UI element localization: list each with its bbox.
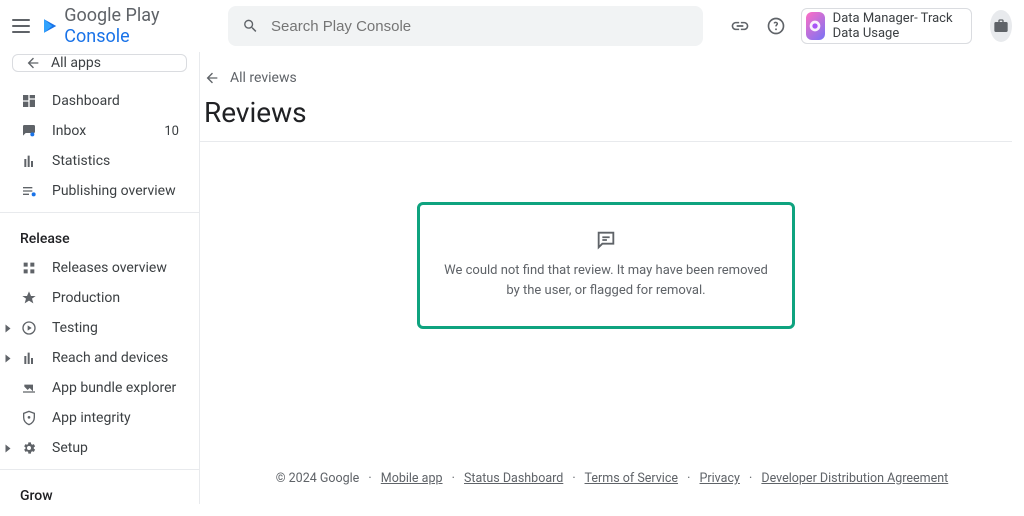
sidebar-item-setup[interactable]: Setup <box>0 433 199 463</box>
sidebar-item-publishing[interactable]: Publishing overview <box>0 176 199 206</box>
sidebar-item-releases-overview[interactable]: Releases overview <box>0 253 199 283</box>
logo-text: Google Play Console <box>64 5 176 47</box>
sidebar-item-inbox[interactable]: Inbox 10 <box>0 116 199 146</box>
search-icon <box>242 17 259 35</box>
sidebar-item-bundle-explorer[interactable]: App bundle explorer <box>0 373 199 403</box>
shield-icon <box>20 410 38 426</box>
sidebar-item-dashboard[interactable]: Dashboard <box>0 86 199 116</box>
all-apps-label: All apps <box>51 55 101 71</box>
inbox-badge: 10 <box>164 124 179 139</box>
inbox-icon <box>20 123 38 139</box>
footer-link-dda[interactable]: Developer Distribution Agreement <box>761 471 948 486</box>
empty-state-card: We could not find that review. It may ha… <box>417 202 795 329</box>
release-heading: Release <box>0 219 199 253</box>
play-logo-icon <box>42 14 58 38</box>
app-name: Data Manager- Track Data Usage <box>833 11 961 41</box>
all-apps-button[interactable]: All apps <box>12 54 187 72</box>
app-selector[interactable]: Data Manager- Track Data Usage <box>801 8 972 44</box>
footer-link-privacy[interactable]: Privacy <box>700 471 740 486</box>
back-label: All reviews <box>230 70 297 86</box>
app-icon <box>806 12 825 40</box>
sidebar-item-testing[interactable]: Testing <box>0 313 199 343</box>
arrow-left-icon <box>204 70 220 86</box>
footer-link-status[interactable]: Status Dashboard <box>464 471 563 486</box>
search-input[interactable] <box>271 18 689 35</box>
sidebar: All apps Dashboard Inbox 10 Statistics P… <box>0 52 200 504</box>
help-icon[interactable] <box>764 8 789 44</box>
testing-icon <box>20 320 38 336</box>
empty-message-line2: by the user, or flagged for removal. <box>440 281 772 301</box>
review-missing-icon <box>440 229 772 251</box>
statistics-icon <box>20 153 38 169</box>
play-console-logo[interactable]: Google Play Console <box>42 5 176 47</box>
dashboard-icon <box>20 93 38 109</box>
page-title: Reviews <box>204 96 1012 129</box>
divider <box>200 141 1012 142</box>
back-all-reviews[interactable]: All reviews <box>200 70 1012 86</box>
releases-icon <box>20 260 38 276</box>
arrow-left-icon <box>25 55 41 71</box>
main-content: All reviews Reviews We could not find th… <box>200 52 1024 504</box>
publishing-icon <box>20 183 38 199</box>
footer-link-tos[interactable]: Terms of Service <box>585 471 678 486</box>
empty-message-line1: We could not find that review. It may ha… <box>440 261 772 281</box>
grow-heading: Grow <box>0 476 199 510</box>
production-icon <box>20 290 38 306</box>
sidebar-item-integrity[interactable]: App integrity <box>0 403 199 433</box>
gear-icon <box>20 440 38 456</box>
copyright: © 2024 Google <box>276 471 360 486</box>
footer: © 2024 Google · Mobile app · Status Dash… <box>200 471 1024 486</box>
sidebar-item-production[interactable]: Production <box>0 283 199 313</box>
menu-icon[interactable] <box>12 14 30 38</box>
sidebar-item-reach[interactable]: Reach and devices <box>0 343 199 373</box>
reach-icon <box>20 350 38 366</box>
sidebar-item-statistics[interactable]: Statistics <box>0 146 199 176</box>
bundle-icon <box>20 380 38 396</box>
account-icon[interactable] <box>990 10 1012 42</box>
search-bar[interactable] <box>228 6 703 46</box>
footer-link-mobile[interactable]: Mobile app <box>381 471 443 486</box>
link-icon[interactable] <box>727 8 752 44</box>
